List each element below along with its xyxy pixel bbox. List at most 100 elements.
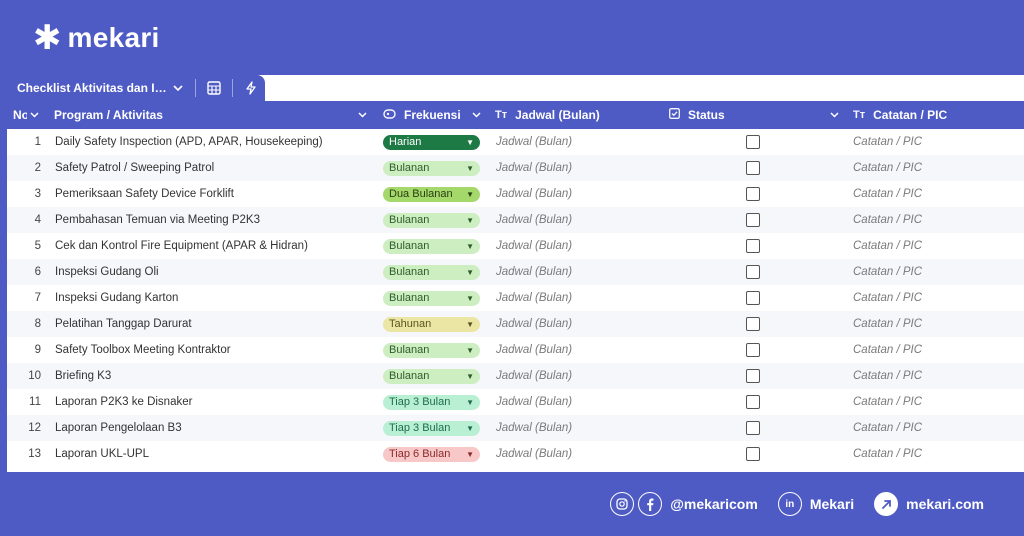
- caret-down-icon[interactable]: ▼: [466, 398, 474, 407]
- jadwal-cell[interactable]: Jadwal (Bulan): [496, 188, 572, 200]
- column-header-no[interactable]: No: [13, 101, 43, 129]
- status-checkbox[interactable]: [746, 369, 760, 383]
- catatan-cell[interactable]: Catatan / PIC: [853, 162, 922, 174]
- catatan-cell[interactable]: Catatan / PIC: [853, 344, 922, 356]
- program-cell[interactable]: Safety Patrol / Sweeping Patrol: [55, 162, 214, 174]
- jadwal-cell[interactable]: Jadwal (Bulan): [496, 240, 572, 252]
- chevron-down-icon[interactable]: [30, 110, 39, 121]
- jadwal-cell[interactable]: Jadwal (Bulan): [496, 344, 572, 356]
- jadwal-cell[interactable]: Jadwal (Bulan): [496, 318, 572, 330]
- status-checkbox[interactable]: [746, 343, 760, 357]
- table-row[interactable]: 2 Safety Patrol / Sweeping Patrol Bulanan ▼…: [7, 155, 1024, 181]
- status-checkbox[interactable]: [746, 317, 760, 331]
- external-link-icon[interactable]: [874, 492, 899, 516]
- program-cell[interactable]: Safety Toolbox Meeting Kontraktor: [55, 344, 231, 356]
- column-header-jadwal[interactable]: Tт Jadwal (Bulan): [495, 101, 655, 129]
- column-header-status[interactable]: Status: [669, 101, 839, 129]
- jadwal-cell[interactable]: Jadwal (Bulan): [496, 370, 572, 382]
- frekuensi-select[interactable]: Bulanan ▼: [383, 368, 480, 384]
- lightning-icon[interactable]: [239, 81, 263, 95]
- caret-down-icon[interactable]: ▼: [466, 138, 474, 147]
- status-checkbox[interactable]: [746, 213, 760, 227]
- program-cell[interactable]: Inspeksi Gudang Karton: [55, 292, 178, 304]
- caret-down-icon[interactable]: ▼: [466, 190, 474, 199]
- program-cell[interactable]: Pelatihan Tanggap Darurat: [55, 318, 192, 330]
- caret-down-icon[interactable]: ▼: [466, 164, 474, 173]
- frekuensi-select[interactable]: Bulanan ▼: [383, 290, 480, 306]
- status-checkbox[interactable]: [746, 187, 760, 201]
- table-row[interactable]: 7 Inspeksi Gudang Karton Bulanan ▼ Jadwal (B…: [7, 285, 1024, 311]
- table-row[interactable]: 6 Inspeksi Gudang Oli Bulanan ▼ Jadwal (Bula…: [7, 259, 1024, 285]
- frekuensi-select[interactable]: Bulanan ▼: [383, 160, 480, 176]
- jadwal-cell[interactable]: Jadwal (Bulan): [496, 214, 572, 226]
- instagram-icon[interactable]: [610, 492, 635, 516]
- status-checkbox[interactable]: [746, 161, 760, 175]
- program-cell[interactable]: Pemeriksaan Safety Device Forklift: [55, 188, 234, 200]
- jadwal-cell[interactable]: Jadwal (Bulan): [496, 396, 572, 408]
- catatan-cell[interactable]: Catatan / PIC: [853, 422, 922, 434]
- chevron-down-icon[interactable]: [830, 110, 839, 121]
- status-checkbox[interactable]: [746, 265, 760, 279]
- table-row[interactable]: 13 Laporan UKL-UPL Tiap 6 Bulan ▼ Jadwal (Bu…: [7, 441, 1024, 467]
- jadwal-cell[interactable]: Jadwal (Bulan): [496, 162, 572, 174]
- catatan-cell[interactable]: Catatan / PIC: [853, 214, 922, 226]
- sheet-tab[interactable]: Checklist Aktivitas dan In...: [7, 75, 265, 101]
- program-cell[interactable]: Pembahasan Temuan via Meeting P2K3: [55, 214, 260, 226]
- table-row[interactable]: 10 Briefing K3 Bulanan ▼ Jadwal (Bulan) Catat…: [7, 363, 1024, 389]
- status-checkbox[interactable]: [746, 291, 760, 305]
- caret-down-icon[interactable]: ▼: [466, 424, 474, 433]
- table-view-icon[interactable]: [202, 81, 226, 95]
- frekuensi-select[interactable]: Tahunan ▼: [383, 316, 480, 332]
- catatan-cell[interactable]: Catatan / PIC: [853, 240, 922, 252]
- caret-down-icon[interactable]: ▼: [466, 242, 474, 251]
- table-row[interactable]: 3 Pemeriksaan Safety Device Forklift Dua B…: [7, 181, 1024, 207]
- frekuensi-select[interactable]: Dua Bulanan ▼: [383, 186, 480, 202]
- program-cell[interactable]: Laporan Pengelolaan B3: [55, 422, 182, 434]
- catatan-cell[interactable]: Catatan / PIC: [853, 396, 922, 408]
- jadwal-cell[interactable]: Jadwal (Bulan): [496, 136, 572, 148]
- catatan-cell[interactable]: Catatan / PIC: [853, 136, 922, 148]
- status-checkbox[interactable]: [746, 447, 760, 461]
- linkedin-label[interactable]: Mekari: [810, 496, 854, 512]
- sheet-tab-title[interactable]: Checklist Aktivitas dan In...: [7, 81, 167, 95]
- caret-down-icon[interactable]: ▼: [466, 216, 474, 225]
- program-cell[interactable]: Daily Safety Inspection (APD, APAR, Hous…: [55, 136, 323, 148]
- program-cell[interactable]: Laporan P2K3 ke Disnaker: [55, 396, 192, 408]
- frekuensi-select[interactable]: Bulanan ▼: [383, 342, 480, 358]
- table-row[interactable]: 9 Safety Toolbox Meeting Kontraktor Bulana…: [7, 337, 1024, 363]
- caret-down-icon[interactable]: ▼: [466, 372, 474, 381]
- catatan-cell[interactable]: Catatan / PIC: [853, 318, 922, 330]
- table-row[interactable]: 1 Daily Safety Inspection (APD, APAR, Hou…: [7, 129, 1024, 155]
- frekuensi-select[interactable]: Tiap 6 Bulan ▼: [383, 446, 480, 462]
- jadwal-cell[interactable]: Jadwal (Bulan): [496, 448, 572, 460]
- table-row[interactable]: 5 Cek dan Kontrol Fire Equipment (APAR & …: [7, 233, 1024, 259]
- social-handle[interactable]: @mekaricom: [670, 496, 758, 512]
- catatan-cell[interactable]: Catatan / PIC: [853, 448, 922, 460]
- website-link[interactable]: mekari.com: [906, 496, 984, 512]
- catatan-cell[interactable]: Catatan / PIC: [853, 370, 922, 382]
- jadwal-cell[interactable]: Jadwal (Bulan): [496, 292, 572, 304]
- status-checkbox[interactable]: [746, 421, 760, 435]
- linkedin-icon[interactable]: in: [777, 492, 802, 516]
- column-header-frekuensi[interactable]: Frekuensi: [383, 101, 481, 129]
- table-row[interactable]: 11 Laporan P2K3 ke Disnaker Tiap 3 Bulan ▼ J…: [7, 389, 1024, 415]
- caret-down-icon[interactable]: ▼: [466, 450, 474, 459]
- jadwal-cell[interactable]: Jadwal (Bulan): [496, 422, 572, 434]
- frekuensi-select[interactable]: Harian ▼: [383, 134, 480, 150]
- caret-down-icon[interactable]: ▼: [466, 346, 474, 355]
- column-header-program[interactable]: Program / Aktivitas: [54, 101, 367, 129]
- program-cell[interactable]: Inspeksi Gudang Oli: [55, 266, 159, 278]
- column-header-catatan[interactable]: Tт Catatan / PIC: [853, 101, 1013, 129]
- frekuensi-select[interactable]: Bulanan ▼: [383, 264, 480, 280]
- chevron-down-icon[interactable]: [358, 110, 367, 121]
- chevron-down-icon[interactable]: [472, 110, 481, 121]
- caret-down-icon[interactable]: ▼: [466, 320, 474, 329]
- caret-down-icon[interactable]: ▼: [466, 294, 474, 303]
- table-row[interactable]: 8 Pelatihan Tanggap Darurat Tahunan ▼ Jadwal…: [7, 311, 1024, 337]
- program-cell[interactable]: Briefing K3: [55, 370, 111, 382]
- frekuensi-select[interactable]: Bulanan ▼: [383, 238, 480, 254]
- status-checkbox[interactable]: [746, 135, 760, 149]
- catatan-cell[interactable]: Catatan / PIC: [853, 266, 922, 278]
- program-cell[interactable]: Laporan UKL-UPL: [55, 448, 149, 460]
- facebook-icon[interactable]: [638, 492, 663, 516]
